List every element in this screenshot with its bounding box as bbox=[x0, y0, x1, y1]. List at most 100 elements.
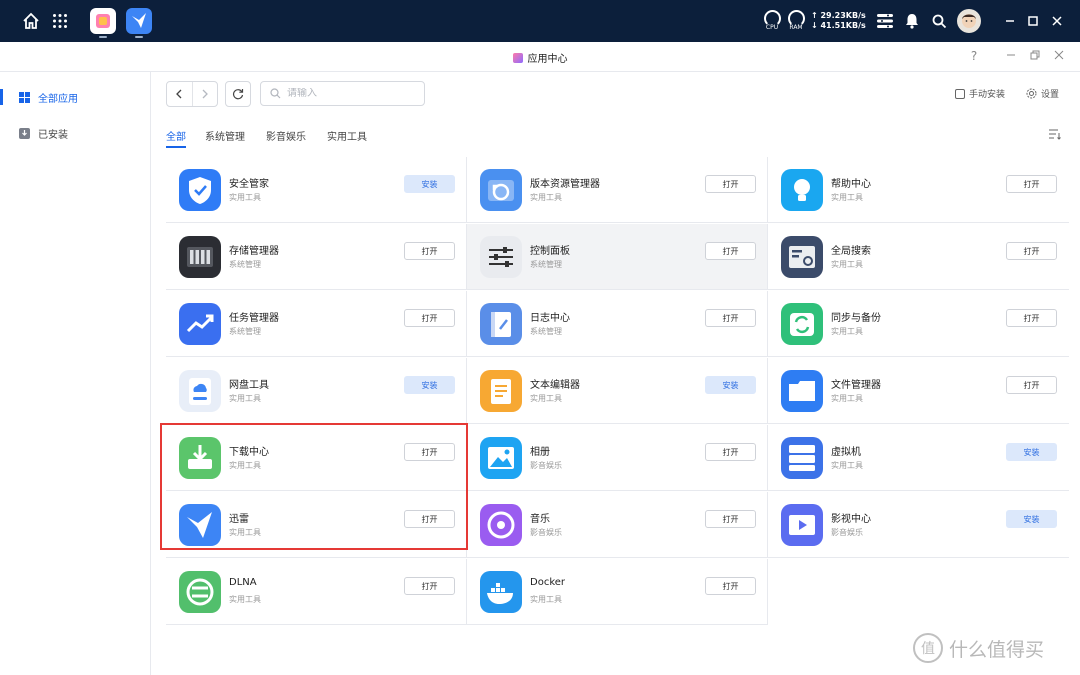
app-center-taskbar-icon[interactable] bbox=[90, 8, 116, 34]
app-card[interactable]: 日志中心 系统管理 打开 bbox=[467, 291, 768, 357]
app-card[interactable]: 安全管家 实用工具 安装 bbox=[166, 157, 467, 223]
sidebar-item-all-apps[interactable]: 全部应用 bbox=[0, 85, 150, 109]
open-button[interactable]: 打开 bbox=[404, 577, 455, 595]
search-panel-icon bbox=[781, 236, 823, 278]
cloud-drive-icon bbox=[179, 370, 221, 412]
docker-whale-icon bbox=[480, 571, 522, 613]
open-button[interactable]: 打开 bbox=[705, 510, 756, 528]
open-button[interactable]: 打开 bbox=[1006, 175, 1057, 193]
window-minimize-button[interactable] bbox=[1003, 48, 1019, 64]
open-button[interactable]: 打开 bbox=[1006, 376, 1057, 394]
app-card[interactable]: 虚拟机 实用工具 安装 bbox=[768, 425, 1069, 491]
ram-gauge[interactable]: RAM bbox=[786, 10, 806, 34]
tab-utilities[interactable]: 实用工具 bbox=[327, 128, 367, 148]
home-icon[interactable] bbox=[19, 9, 43, 33]
app-category: 实用工具 bbox=[831, 461, 863, 470]
app-category: 实用工具 bbox=[831, 260, 863, 269]
app-card[interactable]: 同步与备份 实用工具 打开 bbox=[768, 291, 1069, 357]
close-button[interactable] bbox=[1047, 11, 1067, 31]
app-name: 控制面板 bbox=[530, 246, 570, 257]
install-button[interactable]: 安装 bbox=[1006, 443, 1057, 461]
open-button[interactable]: 打开 bbox=[705, 175, 756, 193]
search-icon bbox=[270, 88, 281, 99]
app-card[interactable]: 全局搜索 实用工具 打开 bbox=[768, 224, 1069, 290]
tab-all[interactable]: 全部 bbox=[166, 128, 186, 148]
install-button[interactable]: 安装 bbox=[1006, 510, 1057, 528]
app-card[interactable]: 影视中心 影音娱乐 安装 bbox=[768, 492, 1069, 558]
app-card[interactable]: 存储管理器 系统管理 打开 bbox=[166, 224, 467, 290]
install-button[interactable]: 安装 bbox=[705, 376, 756, 394]
app-card[interactable]: 网盘工具 实用工具 安装 bbox=[166, 358, 467, 424]
open-button[interactable]: 打开 bbox=[705, 577, 756, 595]
app-card[interactable]: 文件管理器 实用工具 打开 bbox=[768, 358, 1069, 424]
app-card[interactable]: 文本编辑器 实用工具 安装 bbox=[467, 358, 768, 424]
app-card[interactable]: 音乐 影音娱乐 打开 bbox=[467, 492, 768, 558]
forward-button[interactable] bbox=[193, 82, 218, 106]
open-button[interactable]: 打开 bbox=[1006, 242, 1057, 260]
app-category: 影音娱乐 bbox=[831, 528, 863, 537]
app-card[interactable]: 任务管理器 系统管理 打开 bbox=[166, 291, 467, 357]
app-name: 网盘工具 bbox=[229, 380, 269, 391]
app-card[interactable]: 控制面板系统管理 打开 bbox=[467, 224, 768, 290]
control-toggle-icon[interactable] bbox=[873, 9, 897, 33]
settings-button[interactable]: 设置 bbox=[1026, 87, 1059, 100]
manual-install-button[interactable]: 手动安装 bbox=[955, 87, 1005, 100]
install-button[interactable]: 安装 bbox=[404, 376, 455, 394]
help-button[interactable]: ? bbox=[966, 48, 982, 64]
window-titlebar: 应用中心 ? bbox=[0, 42, 1080, 72]
app-card[interactable]: 帮助中心 实用工具 打开 bbox=[768, 157, 1069, 223]
app-card[interactable]: 相册 影音娱乐 打开 bbox=[467, 425, 768, 491]
open-button[interactable]: 打开 bbox=[705, 443, 756, 461]
folder-icon bbox=[781, 370, 823, 412]
back-button[interactable] bbox=[167, 82, 193, 106]
app-name: 相册 bbox=[530, 447, 550, 458]
watermark-logo-icon: 值 bbox=[913, 633, 943, 663]
app-category: 系统管理 bbox=[229, 260, 261, 269]
running-indicator bbox=[99, 36, 107, 38]
window-restore-button[interactable] bbox=[1027, 48, 1043, 64]
system-taskbar: CPU RAM ↑ 29.23KB/s ↓ 41.51KB/s bbox=[0, 0, 1080, 42]
search-input[interactable] bbox=[287, 88, 407, 99]
shield-icon bbox=[179, 169, 221, 211]
document-icon bbox=[480, 370, 522, 412]
thunder-bird-icon bbox=[179, 504, 221, 546]
install-button[interactable]: 安装 bbox=[404, 175, 455, 193]
app-card[interactable]: DLNA 实用工具 打开 bbox=[166, 559, 467, 625]
app-grid-icon[interactable] bbox=[48, 9, 72, 33]
open-button[interactable]: 打开 bbox=[404, 510, 455, 528]
sort-icon[interactable] bbox=[1048, 128, 1061, 140]
sidebar-item-installed[interactable]: 已安装 bbox=[0, 121, 150, 145]
app-card[interactable]: 迅雷 实用工具 打开 bbox=[166, 492, 467, 558]
window-close-button[interactable] bbox=[1051, 48, 1067, 64]
open-button[interactable]: 打开 bbox=[404, 443, 455, 461]
thunder-taskbar-icon[interactable] bbox=[126, 8, 152, 34]
app-card[interactable]: 版本资源管理器 实用工具 打开 bbox=[467, 157, 768, 223]
refresh-button[interactable] bbox=[225, 81, 251, 107]
app-name: 文本编辑器 bbox=[530, 380, 580, 391]
tab-system[interactable]: 系统管理 bbox=[205, 128, 245, 148]
bell-icon[interactable] bbox=[900, 9, 924, 33]
grid-icon bbox=[19, 91, 30, 103]
open-button[interactable]: 打开 bbox=[1006, 309, 1057, 327]
app-name: 下载中心 bbox=[229, 447, 269, 458]
open-button[interactable]: 打开 bbox=[705, 242, 756, 260]
main-content: 手动安装 设置 全部 系统管理 影音娱乐 实用工具 安全管家实用工具安装版本资源… bbox=[151, 72, 1080, 675]
app-name: 同步与备份 bbox=[831, 313, 881, 324]
avatar[interactable] bbox=[957, 9, 981, 33]
installed-download-icon bbox=[19, 127, 30, 139]
ram-label: RAM bbox=[789, 24, 803, 31]
app-category: 系统管理 bbox=[530, 260, 562, 269]
search-field[interactable] bbox=[260, 81, 425, 106]
open-button[interactable]: 打开 bbox=[705, 309, 756, 327]
open-button[interactable]: 打开 bbox=[404, 242, 455, 260]
app-category: 实用工具 bbox=[831, 193, 863, 202]
cpu-gauge[interactable]: CPU bbox=[762, 10, 782, 34]
search-icon[interactable] bbox=[927, 9, 951, 33]
open-button[interactable]: 打开 bbox=[404, 309, 455, 327]
maximize-button[interactable] bbox=[1023, 11, 1043, 31]
tab-media[interactable]: 影音娱乐 bbox=[266, 128, 306, 148]
app-card[interactable]: 下载中心 实用工具 打开 bbox=[166, 425, 467, 491]
dlna-icon bbox=[179, 571, 221, 613]
minimize-button[interactable] bbox=[1000, 11, 1020, 31]
app-card[interactable]: Docker 实用工具 打开 bbox=[467, 559, 768, 625]
